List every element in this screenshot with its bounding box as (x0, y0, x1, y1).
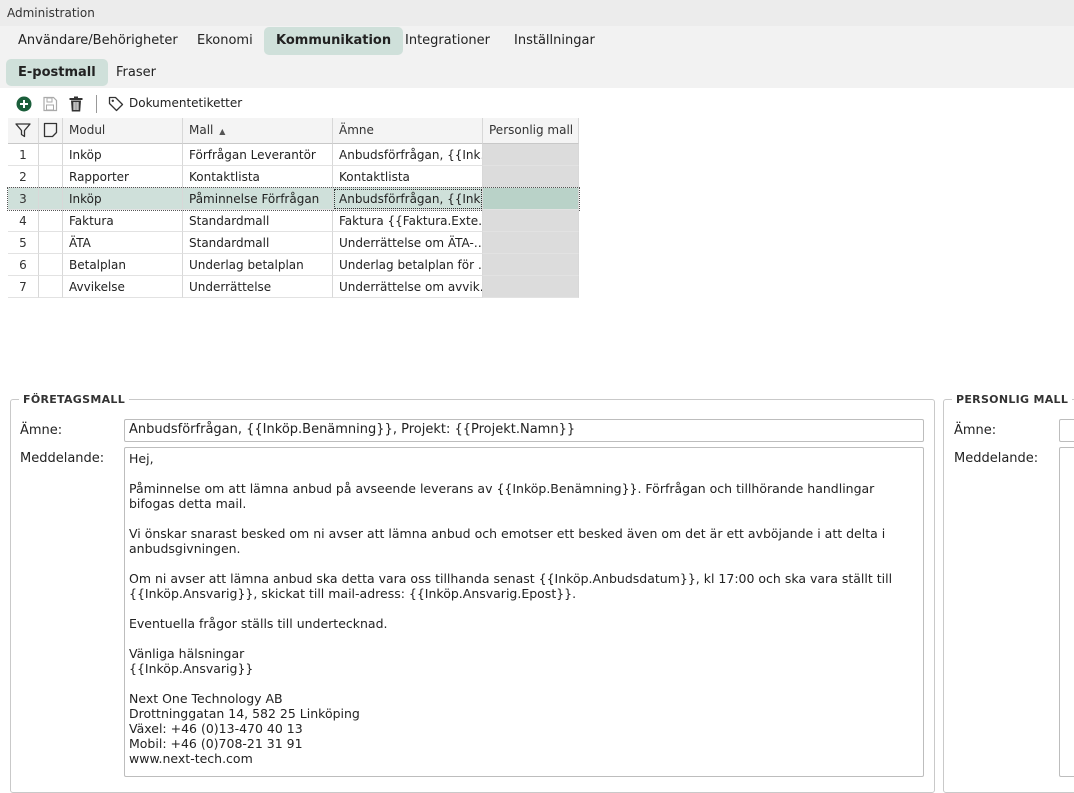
window-title: Administration (0, 0, 1074, 26)
filter-icon[interactable] (8, 118, 39, 144)
row-number[interactable]: 4 (8, 210, 39, 232)
cell-modul[interactable]: Rapporter (63, 166, 183, 188)
table-row[interactable]: 6 Betalplan Underlag betalplan Underlag bet… (8, 254, 579, 276)
cell-mall[interactable]: Standardmall (183, 232, 333, 254)
trash-icon[interactable] (68, 96, 84, 112)
cell-modul[interactable]: Avvikelse (63, 276, 183, 298)
table-row[interactable]: 1 Inköp Förfrågan Leverantör Anbudsförfråga… (8, 144, 579, 166)
toolbar: Dokumentetiketter (0, 88, 1074, 118)
row-number[interactable]: 1 (8, 144, 39, 166)
subtab-epostmall[interactable]: E-postmall (6, 59, 108, 86)
cell-amne[interactable]: Anbudsförfrågan, {{Ink… (333, 188, 483, 210)
tab-kommunikation[interactable]: Kommunikation (264, 27, 404, 55)
tab-integrationer[interactable]: Integrationer (393, 27, 502, 55)
row-number[interactable]: 2 (8, 166, 39, 188)
personal-message-textarea[interactable] (1059, 447, 1074, 777)
cell-mall[interactable]: Kontaktlista (183, 166, 333, 188)
document-tags-button[interactable]: Dokumentetiketter (129, 96, 242, 110)
cell-amne[interactable]: Faktura {{Faktura.Exte… (333, 210, 483, 232)
cell-personlig[interactable] (483, 254, 579, 276)
tag-icon[interactable] (108, 96, 124, 112)
personal-template-legend: PERSONLIG MALL (956, 393, 1069, 406)
note-icon[interactable] (39, 118, 63, 144)
cell-amne[interactable]: Underrättelse om ÄTA-… (333, 232, 483, 254)
row-note-cell[interactable] (39, 210, 63, 232)
cell-mall[interactable]: Underrättelse (183, 276, 333, 298)
cell-mall[interactable]: Förfrågan Leverantör (183, 144, 333, 166)
row-note-cell[interactable] (39, 188, 63, 210)
personal-subject-label: Ämne: (954, 423, 997, 438)
main-tabbar: Användare/Behörigheter Ekonomi Kommunika… (0, 26, 1074, 57)
cell-modul[interactable]: Betalplan (63, 254, 183, 276)
row-note-cell[interactable] (39, 254, 63, 276)
grid-header-row: Modul Mall ▲ Ämne Personlig mall (8, 118, 579, 144)
column-header-mall-label: Mall (189, 123, 214, 137)
company-message-label: Meddelande: (20, 451, 105, 466)
table-row[interactable]: 2 Rapporter Kontaktlista Kontaktlista (8, 166, 579, 188)
column-header-personlig[interactable]: Personlig mall (483, 118, 579, 144)
company-subject-input[interactable]: Anbudsförfrågan, {{Inköp.Benämning}}, Pr… (124, 419, 924, 442)
personal-message-label: Meddelande: (954, 451, 1039, 466)
company-template-legend: FÖRETAGSMALL (23, 393, 126, 406)
cell-amne[interactable]: Underrättelse om avvik… (333, 276, 483, 298)
cell-personlig[interactable] (483, 188, 579, 210)
cell-modul[interactable]: Inköp (63, 188, 183, 210)
tab-ekonomi[interactable]: Ekonomi (185, 27, 265, 55)
row-note-cell[interactable] (39, 144, 63, 166)
cell-personlig[interactable] (483, 210, 579, 232)
toolbar-separator (96, 95, 97, 113)
row-number[interactable]: 5 (8, 232, 39, 254)
cell-modul[interactable]: Faktura (63, 210, 183, 232)
floppy-disk-icon[interactable] (42, 96, 58, 112)
row-number[interactable]: 7 (8, 276, 39, 298)
cell-modul[interactable]: ÄTA (63, 232, 183, 254)
cell-amne[interactable]: Anbudsförfrågan, {{Ink… (333, 144, 483, 166)
tab-anvandare[interactable]: Användare/Behörigheter (6, 27, 190, 55)
cell-personlig[interactable] (483, 276, 579, 298)
table-row[interactable]: 3 Inköp Påminnelse Förfrågan Anbudsförfråga… (7, 187, 580, 211)
tab-installningar[interactable]: Inställningar (502, 27, 607, 55)
company-subject-label: Ämne: (20, 423, 63, 438)
personal-subject-input[interactable] (1059, 419, 1074, 442)
column-header-mall[interactable]: Mall ▲ (183, 118, 333, 144)
company-message-textarea[interactable]: Hej, Påminnelse om att lämna anbud på av… (124, 447, 924, 777)
plus-circle-icon[interactable] (16, 96, 32, 112)
cell-personlig[interactable] (483, 144, 579, 166)
row-note-cell[interactable] (39, 276, 63, 298)
table-row[interactable]: 7 Avvikelse Underrättelse Underrättelse om … (8, 276, 579, 298)
cell-amne[interactable]: Kontaktlista (333, 166, 483, 188)
cell-amne[interactable]: Underlag betalplan för … (333, 254, 483, 276)
table-row[interactable]: 5 ÄTA Standardmall Underrättelse om ÄTA-… (8, 232, 579, 254)
row-number[interactable]: 3 (8, 188, 39, 210)
cell-mall[interactable]: Underlag betalplan (183, 254, 333, 276)
column-header-amne[interactable]: Ämne (333, 118, 483, 144)
row-note-cell[interactable] (39, 232, 63, 254)
cell-personlig[interactable] (483, 232, 579, 254)
cell-mall[interactable]: Påminnelse Förfrågan (183, 188, 333, 210)
table-row[interactable]: 4 Faktura Standardmall Faktura {{Faktura.Ex… (8, 210, 579, 232)
cell-mall[interactable]: Standardmall (183, 210, 333, 232)
row-note-cell[interactable] (39, 166, 63, 188)
cell-personlig[interactable] (483, 166, 579, 188)
cell-modul[interactable]: Inköp (63, 144, 183, 166)
row-number[interactable]: 6 (8, 254, 39, 276)
column-header-modul[interactable]: Modul (63, 118, 183, 144)
sort-ascending-icon: ▲ (219, 127, 226, 136)
subtab-fraser[interactable]: Fraser (104, 59, 168, 86)
sub-tabbar: E-postmall Fraser (0, 57, 1074, 88)
